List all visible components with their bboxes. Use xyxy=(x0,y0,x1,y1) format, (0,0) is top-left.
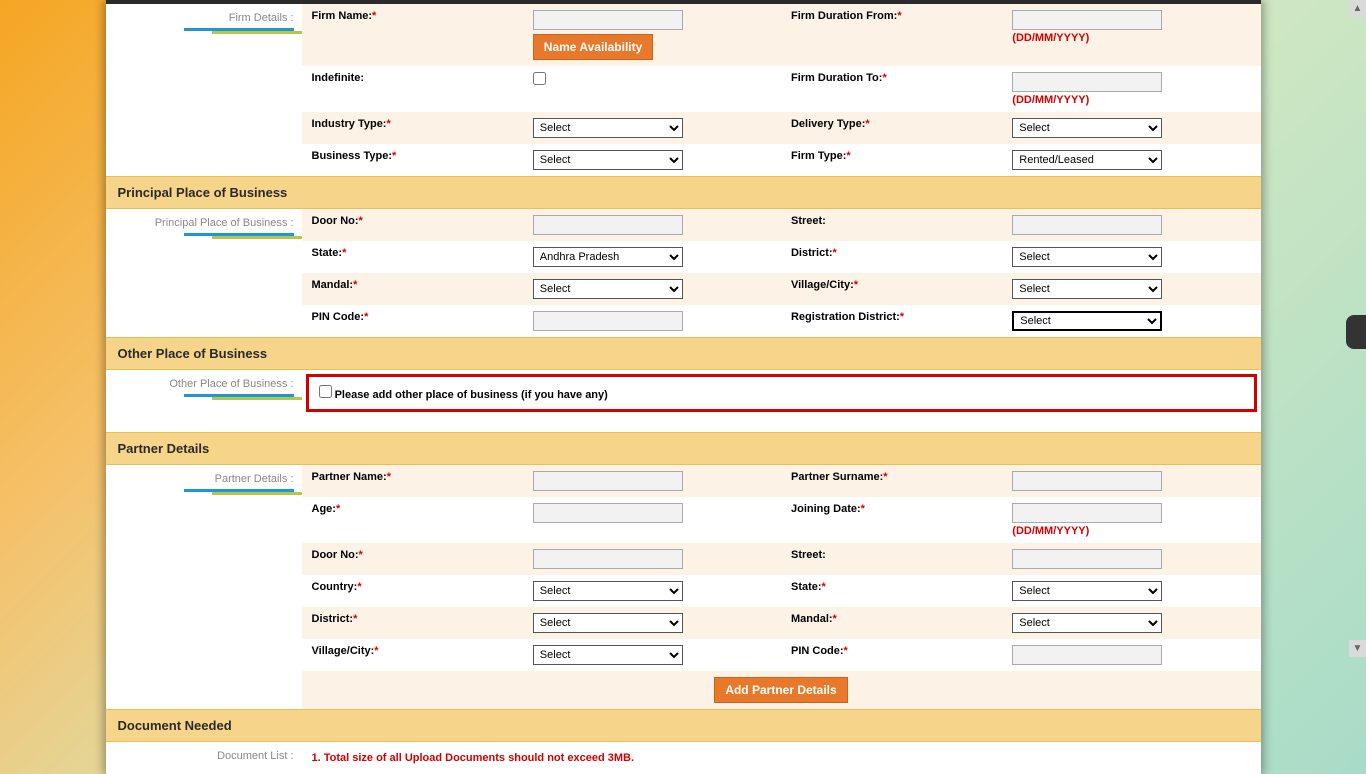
pt-pin-input[interactable] xyxy=(1012,645,1162,665)
sidebar-firm-details: Firm Details : xyxy=(106,4,302,176)
firm-type-label: Firm Type: xyxy=(791,150,846,162)
p-regdist-select[interactable]: Select xyxy=(1012,311,1162,331)
sidebar-partner-text: Partner Details : xyxy=(215,473,294,485)
section-header-partner: Partner Details xyxy=(106,432,1261,465)
indefinite-label: Indefinite: xyxy=(312,72,365,84)
p-street-input[interactable] xyxy=(1012,215,1162,235)
section-firm-details: Firm Details : Firm Name:* Name Availabi… xyxy=(106,4,1261,176)
scroll-up-icon[interactable]: ▲ xyxy=(1349,0,1366,17)
sidebar-principal-text: Principal Place of Business : xyxy=(155,217,294,229)
p-mandal-label: Mandal: xyxy=(312,279,354,291)
pt-surname-label: Partner Surname: xyxy=(791,471,883,483)
pt-name-label: Partner Name: xyxy=(312,471,387,483)
section-partner: Partner Details : Partner Name:* Partner… xyxy=(106,465,1261,709)
other-highlight-box: Please add other place of business (if y… xyxy=(306,374,1257,412)
pt-village-label: Village/City: xyxy=(312,645,375,657)
pt-country-label: Country: xyxy=(312,581,358,593)
underline-green xyxy=(212,236,302,239)
pt-state-select[interactable]: Select xyxy=(1012,581,1162,601)
sidebar-label-text: Firm Details : xyxy=(229,12,294,24)
p-doorno-input[interactable] xyxy=(533,215,683,235)
date-hint-to: (DD/MM/YYYY) xyxy=(1012,94,1250,106)
p-state-label: State: xyxy=(312,247,343,259)
firm-name-input[interactable] xyxy=(533,10,683,30)
sidebar-partner: Partner Details : xyxy=(106,465,302,709)
p-state-select[interactable]: Andhra Pradesh xyxy=(533,247,683,267)
p-pin-label: PIN Code: xyxy=(312,311,365,323)
pt-street-input[interactable] xyxy=(1012,549,1162,569)
p-village-label: Village/City: xyxy=(791,279,854,291)
form-content: Firm Details : Firm Name:* Name Availabi… xyxy=(106,4,1261,774)
pt-date-hint: (DD/MM/YYYY) xyxy=(1012,525,1250,537)
underline-green xyxy=(212,397,302,400)
pt-mandal-label: Mandal: xyxy=(791,613,833,625)
delivery-type-select[interactable]: Select xyxy=(1012,118,1162,138)
pt-street-label: Street: xyxy=(791,549,826,561)
p-pin-input[interactable] xyxy=(533,311,683,331)
spacer xyxy=(106,416,1261,432)
p-district-label: District: xyxy=(791,247,833,259)
section-header-other: Other Place of Business xyxy=(106,337,1261,370)
document-fields: 1. Total size of all Upload Documents sh… xyxy=(302,742,1261,774)
pt-joindate-input[interactable] xyxy=(1012,503,1162,523)
pt-surname-input[interactable] xyxy=(1012,471,1162,491)
sidebar-document-text: Document List : xyxy=(217,750,293,762)
principal-fields: Door No:* Street: State:* Andhra Pradesh… xyxy=(302,209,1261,337)
add-partner-wrap: Add Partner Details xyxy=(302,671,1261,709)
section-other: Other Place of Business : Please add oth… xyxy=(106,370,1261,416)
delivery-type-label: Delivery Type: xyxy=(791,118,865,130)
p-village-select[interactable]: Select xyxy=(1012,279,1162,299)
pt-doorno-input[interactable] xyxy=(533,549,683,569)
pt-joindate-label: Joining Date: xyxy=(791,503,861,515)
industry-type-label: Industry Type: xyxy=(312,118,387,130)
sidebar-principal: Principal Place of Business : xyxy=(106,209,302,337)
pt-state-label: State: xyxy=(791,581,822,593)
duration-from-input[interactable] xyxy=(1012,10,1162,30)
section-header-principal: Principal Place of Business xyxy=(106,176,1261,209)
scroll-down-icon[interactable]: ▼ xyxy=(1349,640,1366,657)
page-container: Firm Details : Firm Name:* Name Availabi… xyxy=(106,0,1261,774)
business-type-label: Business Type: xyxy=(312,150,393,162)
sidebar-other: Other Place of Business : xyxy=(106,370,302,416)
p-doorno-label: Door No: xyxy=(312,215,359,227)
pt-district-select[interactable]: Select xyxy=(533,613,683,633)
pt-age-label: Age: xyxy=(312,503,336,515)
pt-age-input[interactable] xyxy=(533,503,683,523)
business-type-select[interactable]: Select xyxy=(533,150,683,170)
add-other-place-checkbox[interactable] xyxy=(319,385,332,398)
pt-doorno-label: Door No: xyxy=(312,549,359,561)
duration-to-label: Firm Duration To: xyxy=(791,72,882,84)
firm-fields: Firm Name:* Name Availability Firm Durat… xyxy=(302,4,1261,176)
industry-type-select[interactable]: Select xyxy=(533,118,683,138)
add-partner-button[interactable]: Add Partner Details xyxy=(714,677,847,703)
partner-fields: Partner Name:* Partner Surname:* Age:* J… xyxy=(302,465,1261,709)
pt-pin-label: PIN Code: xyxy=(791,645,844,657)
document-note: 1. Total size of all Upload Documents sh… xyxy=(302,742,1261,774)
date-hint: (DD/MM/YYYY) xyxy=(1012,32,1250,44)
pt-country-select[interactable]: Select xyxy=(533,581,683,601)
p-street-label: Street: xyxy=(791,215,826,227)
name-availability-button[interactable]: Name Availability xyxy=(533,34,653,60)
underline-green xyxy=(212,31,302,34)
p-district-select[interactable]: Select xyxy=(1012,247,1162,267)
section-principal: Principal Place of Business : Door No:* … xyxy=(106,209,1261,337)
add-other-place-label: Please add other place of business (if y… xyxy=(335,389,608,401)
pt-village-select[interactable]: Select xyxy=(533,645,683,665)
indefinite-checkbox[interactable] xyxy=(533,72,546,85)
p-mandal-select[interactable]: Select xyxy=(533,279,683,299)
pt-district-label: District: xyxy=(312,613,354,625)
pt-mandal-select[interactable]: Select xyxy=(1012,613,1162,633)
pt-name-input[interactable] xyxy=(533,471,683,491)
section-document: Document List : 1. Total size of all Upl… xyxy=(106,742,1261,774)
firm-name-label: Firm Name: xyxy=(312,10,373,22)
underline-green xyxy=(212,492,302,495)
sidebar-other-text: Other Place of Business : xyxy=(169,378,293,390)
sidebar-document: Document List : xyxy=(106,742,302,774)
firm-type-select[interactable]: Rented/Leased xyxy=(1012,150,1162,170)
duration-to-input[interactable] xyxy=(1012,72,1162,92)
side-tab-icon[interactable] xyxy=(1346,315,1366,349)
section-header-document: Document Needed xyxy=(106,709,1261,742)
p-regdist-label: Registration District: xyxy=(791,311,900,323)
duration-from-label: Firm Duration From: xyxy=(791,10,897,22)
